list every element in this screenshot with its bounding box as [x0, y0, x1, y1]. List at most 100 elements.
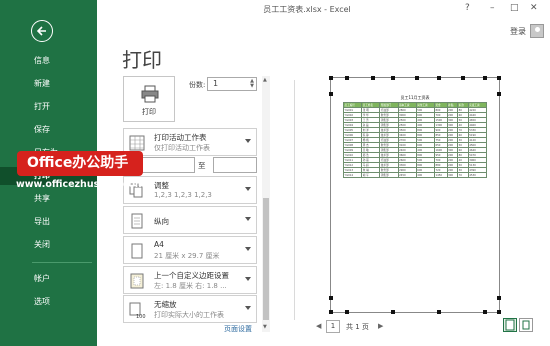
margins-subtitle: 左: 1.8 厘米 右: 1.8 ... — [154, 282, 227, 290]
orientation-title: 纵向 — [154, 217, 169, 226]
nav-item-close[interactable]: 关闭 — [0, 236, 97, 254]
page-setup-link[interactable]: 页面设置 — [224, 324, 252, 334]
nav-item-options[interactable]: 选项 — [0, 293, 97, 311]
chevron-down-icon — [245, 247, 251, 251]
minimize-button[interactable]: – — [490, 3, 495, 13]
nav-divider — [32, 262, 92, 263]
chevron-down-icon — [245, 306, 251, 310]
table-cell: 400 — [415, 172, 435, 178]
margin-handle[interactable] — [391, 76, 395, 80]
orientation-dropdown[interactable]: 纵向 — [123, 206, 257, 234]
margin-handle[interactable] — [345, 310, 349, 314]
scroll-down-icon[interactable]: ▼ — [263, 324, 267, 330]
margin-handle[interactable] — [345, 76, 349, 80]
nav-item-open[interactable]: 打开 — [0, 98, 97, 116]
nav-item-new[interactable]: 新建 — [0, 75, 97, 93]
paper-size-title: A4 — [154, 240, 164, 249]
preview-table: 员工编号 员工姓名 所属部门 基本工资 岗位工资 奖金 补贴 扣款 实发工资 YG001 张 明行政… — [342, 102, 488, 178]
pages-range: 至 — [123, 157, 257, 173]
svg-text:100: 100 — [136, 314, 146, 319]
margin-handle[interactable] — [391, 310, 395, 314]
table-cell: 4530 — [467, 172, 488, 178]
margin-handle[interactable] — [497, 92, 501, 96]
margin-handle[interactable] — [415, 76, 419, 80]
scaling-dropdown[interactable]: 100 无缩放 打印实际大小的工作表 — [123, 295, 257, 323]
print-what-subtitle: 仅打印活动工作表 — [154, 144, 210, 152]
printer-icon — [141, 85, 159, 103]
margin-handle[interactable] — [371, 76, 375, 80]
print-preview-page: 员工11月工资表 员工编号 员工姓名 所属部门 基本工资 岗位工资 奖金 补贴 扣款 实发工资 Y… — [329, 76, 501, 314]
table-row: YG014 胡 军销售部 2450 400 1450 300 70 4530 — [342, 172, 488, 178]
table-cell: 销售部 — [379, 172, 399, 178]
scaling-icon: 100 — [129, 302, 146, 319]
table-cell: YG014 — [342, 172, 363, 178]
margin-handle[interactable] — [483, 310, 487, 314]
margin-handle[interactable] — [329, 76, 333, 80]
sign-in-link[interactable]: 登录 — [510, 26, 526, 37]
watermark-badge: Office办公助手 — [17, 151, 143, 176]
copies-value: 1 — [213, 79, 219, 88]
print-button[interactable]: 打印 — [123, 76, 175, 122]
sheet-title: 员工11月工资表 — [400, 95, 430, 100]
page-count-label: 共 1 页 — [346, 323, 369, 331]
panel-divider — [294, 80, 295, 320]
table-cell: 300 — [446, 172, 459, 178]
paper-icon — [131, 243, 143, 259]
table-cell: 70 — [457, 172, 469, 178]
spin-arrows-icon[interactable]: ▲ ▼ — [250, 79, 254, 89]
title-bar: 员工工资表.xlsx - Excel ? – □ ✕ — [97, 0, 550, 20]
paper-size-subtitle: 21 厘米 x 29.7 厘米 — [154, 252, 220, 260]
margins-dropdown[interactable]: 上一个自定义边距设置 左: 1.8 厘米 右: 1.8 ... — [123, 266, 257, 294]
pages-to-input[interactable] — [213, 157, 257, 173]
nav-item-info[interactable]: 信息 — [0, 52, 97, 70]
scrollbar-thumb[interactable] — [263, 198, 269, 320]
collate-subtitle: 1,2,3 1,2,3 1,2,3 — [154, 191, 212, 199]
margins-title: 上一个自定义边距设置 — [154, 271, 229, 280]
avatar[interactable] — [530, 24, 544, 38]
margins-icon — [130, 273, 144, 289]
current-page-input[interactable]: 1 — [326, 320, 340, 333]
close-button[interactable]: ✕ — [530, 3, 538, 13]
sheet-icon — [129, 135, 145, 151]
preview-sheet: 员工11月工资表 员工编号 员工姓名 所属部门 基本工资 岗位工资 奖金 补贴 扣款 实发工资 Y… — [342, 94, 488, 178]
chevron-down-icon — [245, 277, 251, 281]
nav-item-save[interactable]: 保存 — [0, 121, 97, 139]
restore-button[interactable]: □ — [510, 3, 519, 13]
zoom-to-page-icon[interactable] — [519, 318, 533, 332]
table-cell: 2450 — [397, 172, 417, 178]
margin-handle[interactable] — [497, 76, 501, 80]
help-icon[interactable]: ? — [465, 3, 470, 13]
next-page-icon[interactable]: ▶ — [378, 322, 383, 330]
paper-size-dropdown[interactable]: A4 21 厘米 x 29.7 厘米 — [123, 236, 257, 264]
margin-handle[interactable] — [461, 76, 465, 80]
chevron-down-icon — [245, 187, 251, 191]
margin-handle[interactable] — [437, 76, 441, 80]
page-title: 打印 — [122, 48, 162, 72]
nav-item-account[interactable]: 帐户 — [0, 270, 97, 288]
collate-title: 调整 — [154, 181, 169, 190]
watermark-url: www.officezhushou.com — [16, 179, 145, 190]
prev-page-icon[interactable]: ◀ — [316, 322, 321, 330]
copies-label: 份数: — [189, 81, 206, 89]
nav-item-share[interactable]: 共享 — [0, 190, 97, 208]
print-what-dropdown[interactable]: 打印活动工作表 仅打印活动工作表 — [123, 128, 257, 156]
copies-stepper[interactable]: 1 ▲ ▼ — [207, 77, 257, 91]
table-cell: 胡 军 — [361, 172, 381, 178]
margin-handle[interactable] — [329, 296, 333, 300]
margin-handle[interactable] — [437, 310, 441, 314]
portrait-icon — [131, 213, 143, 229]
scaling-title: 无缩放 — [154, 300, 177, 309]
margin-handle[interactable] — [329, 310, 333, 314]
show-margins-icon[interactable] — [503, 318, 517, 332]
pages-to-label: 至 — [198, 161, 206, 170]
margin-handle[interactable] — [329, 92, 333, 96]
chevron-down-icon — [245, 217, 251, 221]
nav-item-export[interactable]: 导出 — [0, 213, 97, 231]
scroll-up-icon[interactable]: ▲ — [263, 77, 267, 83]
margin-handle[interactable] — [483, 76, 487, 80]
margin-handle[interactable] — [497, 310, 501, 314]
back-arrow-icon[interactable] — [31, 20, 53, 42]
margin-handle[interactable] — [497, 296, 501, 300]
chevron-down-icon — [245, 139, 251, 143]
window-title: 员工工资表.xlsx - Excel — [263, 5, 351, 14]
